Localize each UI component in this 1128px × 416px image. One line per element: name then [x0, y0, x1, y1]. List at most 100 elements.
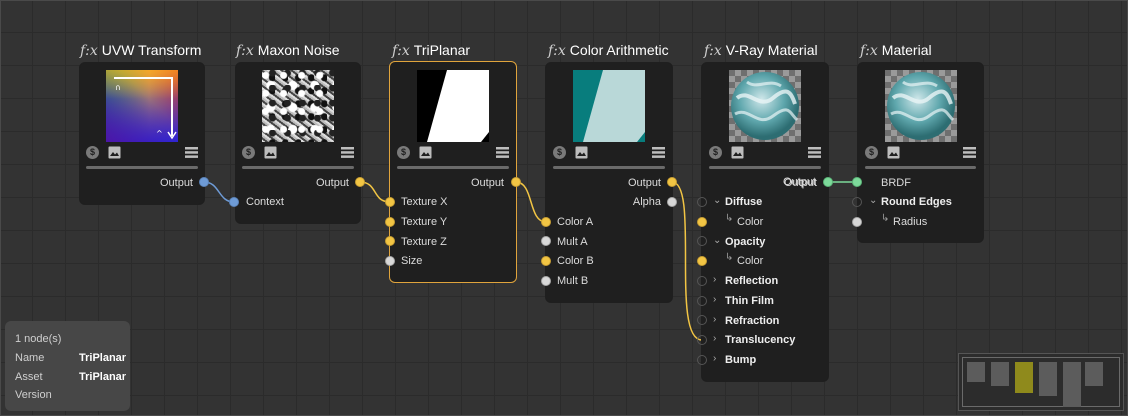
node-slider[interactable] — [865, 166, 976, 169]
input-texture-x[interactable]: Texture X — [390, 195, 516, 211]
chevron-right-icon[interactable]: › — [713, 294, 716, 305]
chevron-right-icon[interactable]: › — [713, 353, 716, 364]
color-b-port[interactable] — [541, 256, 551, 266]
node-title-material[interactable]: f:x Material — [860, 42, 932, 60]
node-title-vray-material[interactable]: f:x V-Ray Material — [704, 42, 818, 60]
node-slider[interactable] — [709, 166, 821, 169]
image-icon[interactable] — [731, 146, 744, 159]
vray-opacity-color-port[interactable] — [697, 256, 707, 266]
input-translucency[interactable]: › Translucency — [702, 333, 828, 349]
input-opacity-color[interactable]: ↳ Color — [702, 252, 828, 270]
mult-a-port[interactable] — [541, 236, 551, 246]
color-a-port[interactable] — [541, 217, 551, 227]
input-brdf[interactable]: BRDF — [858, 176, 983, 192]
vray-opacity-port[interactable] — [697, 236, 707, 246]
input-thin-film[interactable]: › Thin Film — [702, 294, 828, 310]
input-round-edges[interactable]: ⌄ Round Edges — [858, 195, 983, 211]
menu-icon[interactable] — [808, 146, 821, 159]
vray-translucency-port[interactable] — [697, 335, 707, 345]
menu-icon[interactable] — [652, 146, 665, 159]
vray-diffuse-port[interactable] — [697, 197, 707, 207]
input-color-a[interactable]: Color A — [546, 215, 672, 231]
node-slider[interactable] — [397, 166, 509, 169]
uvw-output-port[interactable] — [199, 177, 209, 187]
node-slider[interactable] — [86, 166, 198, 169]
chevron-down-icon[interactable]: ⌄ — [869, 195, 877, 206]
node-color-arithmetic[interactable]: $ Output Alpha Color A Mult A Color B Mu… — [545, 62, 673, 303]
output-port-row[interactable]: Output — [80, 176, 204, 192]
menu-icon[interactable] — [341, 146, 354, 159]
menu-icon[interactable] — [185, 146, 198, 159]
input-radius[interactable]: ↳ Radius — [858, 213, 983, 231]
coin-icon[interactable]: $ — [242, 146, 255, 159]
chevron-right-icon[interactable]: › — [713, 333, 716, 344]
coin-icon[interactable]: $ — [397, 146, 410, 159]
tri-texture-z-port[interactable] — [385, 236, 395, 246]
menu-icon[interactable] — [963, 146, 976, 159]
noise-output-port[interactable] — [355, 177, 365, 187]
input-mult-a[interactable]: Mult A — [546, 235, 672, 251]
coin-icon[interactable]: $ — [865, 146, 878, 159]
node-triplanar[interactable]: $ Output Texture X Texture Y Texture Z S… — [389, 61, 517, 283]
vray-bump-port[interactable] — [697, 355, 707, 365]
output-port-row[interactable]: Output — [390, 176, 516, 192]
vray-output-port[interactable] — [823, 177, 833, 187]
output-port-row[interactable]: Output — [236, 176, 360, 192]
input-opacity[interactable]: ⌄ Opacity — [702, 235, 828, 251]
node-maxon-noise[interactable]: $ Output Context — [235, 62, 361, 224]
input-diffuse[interactable]: ⌄ Diffuse — [702, 195, 828, 211]
noise-context-port[interactable] — [229, 197, 239, 207]
node-title-maxon-noise[interactable]: f:x Maxon Noise — [236, 42, 340, 60]
image-icon[interactable] — [575, 146, 588, 159]
chevron-right-icon[interactable]: › — [713, 314, 716, 325]
image-icon[interactable] — [419, 146, 432, 159]
chevron-down-icon[interactable]: ⌄ — [713, 235, 721, 246]
vray-reflection-port[interactable] — [697, 276, 707, 286]
node-slider[interactable] — [553, 166, 665, 169]
node-material[interactable]: $ BRDF ⌄ Round Edges ↳ Radius — [857, 62, 984, 243]
output-port-row[interactable]: Output — [546, 176, 672, 192]
node-slider[interactable] — [242, 166, 354, 169]
vray-thin-film-port[interactable] — [697, 296, 707, 306]
tri-output-port[interactable] — [511, 177, 521, 187]
node-title-triplanar[interactable]: f:x TriPlanar — [392, 42, 470, 60]
input-texture-y[interactable]: Texture Y — [390, 215, 516, 231]
material-radius-port[interactable] — [852, 217, 862, 227]
input-bump[interactable]: › Bump — [702, 353, 828, 369]
color-alpha-port[interactable] — [667, 197, 677, 207]
node-title-uvw-transform[interactable]: f:x UVW Transform — [80, 42, 201, 60]
input-refraction[interactable]: › Refraction — [702, 314, 828, 330]
node-vray-material[interactable]: $ Output ⌄ Diffuse ↳ Color ⌄ Opacity ↳ C… — [701, 62, 829, 382]
vray-refraction-port[interactable] — [697, 315, 707, 325]
node-title-color-arithmetic[interactable]: f:x Color Arithmetic — [548, 42, 669, 60]
coin-icon[interactable]: $ — [709, 146, 722, 159]
input-reflection[interactable]: › Reflection — [702, 274, 828, 290]
tri-size-port[interactable] — [385, 256, 395, 266]
image-icon[interactable] — [887, 146, 900, 159]
material-round-edges-port[interactable] — [852, 197, 862, 207]
image-icon[interactable] — [264, 146, 277, 159]
chevron-right-icon[interactable]: › — [713, 274, 716, 285]
alpha-port-row[interactable]: Alpha — [546, 195, 672, 211]
node-uvw-transform[interactable]: ∩ ^ $ Output — [79, 62, 205, 205]
tri-texture-y-port[interactable] — [385, 217, 395, 227]
vray-diffuse-color-port[interactable] — [697, 217, 707, 227]
input-port-row[interactable]: Context — [236, 195, 360, 211]
coin-icon[interactable]: $ — [553, 146, 566, 159]
input-size[interactable]: Size — [390, 254, 516, 270]
material-brdf-port[interactable] — [852, 177, 862, 187]
input-mult-b[interactable]: Mult B — [546, 274, 672, 290]
mult-b-port[interactable] — [541, 276, 551, 286]
node-toolbar: $ — [865, 146, 976, 162]
chevron-down-icon[interactable]: ⌄ — [713, 195, 721, 206]
coin-icon[interactable]: $ — [86, 146, 99, 159]
input-texture-z[interactable]: Texture Z — [390, 235, 516, 251]
menu-icon[interactable] — [496, 146, 509, 159]
image-icon[interactable] — [108, 146, 121, 159]
port-label: Alpha — [632, 196, 661, 208]
input-diffuse-color[interactable]: ↳ Color — [702, 213, 828, 231]
tri-texture-x-port[interactable] — [385, 197, 395, 207]
color-output-port[interactable] — [667, 177, 677, 187]
node-minimap[interactable] — [958, 353, 1124, 411]
input-color-b[interactable]: Color B — [546, 254, 672, 270]
